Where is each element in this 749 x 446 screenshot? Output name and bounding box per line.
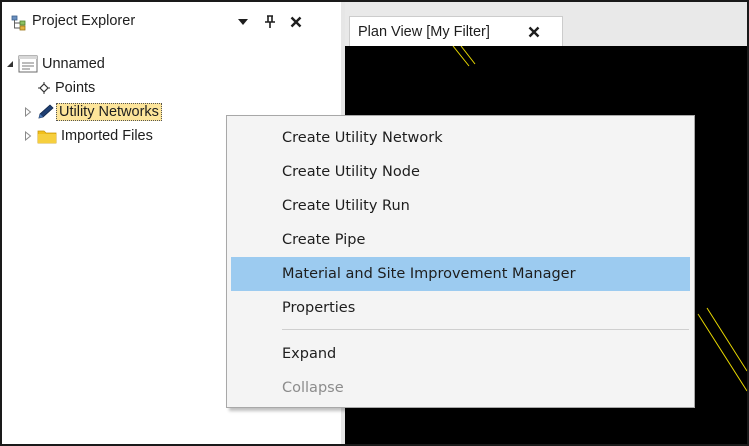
project-explorer-icon	[11, 15, 27, 31]
folder-icon	[36, 128, 58, 144]
close-tab-icon[interactable]	[526, 24, 542, 40]
tree-item-imported-files[interactable]: Imported Files	[23, 124, 156, 148]
point-icon	[36, 81, 52, 95]
context-menu: Create Utility Network Create Utility No…	[226, 115, 695, 408]
document-icon	[17, 55, 39, 73]
tree-item-points[interactable]: Points	[36, 76, 98, 100]
tree-item-label: Points	[55, 80, 96, 96]
tree-item-utility-networks[interactable]: Utility Networks	[23, 100, 162, 124]
pin-panel-icon[interactable]	[261, 12, 279, 32]
tree-item-unnamed[interactable]: Unnamed	[5, 52, 108, 76]
menu-item-properties[interactable]: Properties	[231, 291, 690, 325]
menu-item-create-utility-run[interactable]: Create Utility Run	[231, 189, 690, 223]
menu-item-create-utility-node[interactable]: Create Utility Node	[231, 155, 690, 189]
menu-item-create-pipe[interactable]: Create Pipe	[231, 223, 690, 257]
panel-options-dropdown-icon[interactable]	[234, 12, 252, 32]
pencil-icon	[36, 104, 56, 120]
menu-item-collapse: Collapse	[282, 380, 344, 396]
tree-item-label: Imported Files	[61, 128, 153, 144]
tab-plan-view[interactable]: Plan View [My Filter]	[349, 16, 563, 46]
collapsed-arrow-icon[interactable]	[23, 107, 33, 117]
tree-item-label-selected: Utility Networks	[56, 103, 162, 121]
expanded-arrow-icon[interactable]	[5, 59, 15, 69]
close-panel-icon[interactable]	[287, 12, 305, 32]
tree-item-label: Unnamed	[42, 56, 105, 72]
menu-item-expand[interactable]: Expand	[231, 337, 690, 371]
project-explorer-title: Project Explorer	[32, 13, 136, 29]
menu-item-create-utility-network[interactable]: Create Utility Network	[231, 121, 690, 155]
tab-plan-view-label: Plan View [My Filter]	[358, 24, 490, 40]
menu-item-material-and-site-improvement-manager[interactable]: Material and Site Improvement Manager	[231, 257, 690, 291]
collapsed-arrow-icon[interactable]	[23, 131, 33, 141]
project-explorer-header: Project Explorer	[2, 2, 341, 46]
menu-separator	[282, 329, 689, 330]
